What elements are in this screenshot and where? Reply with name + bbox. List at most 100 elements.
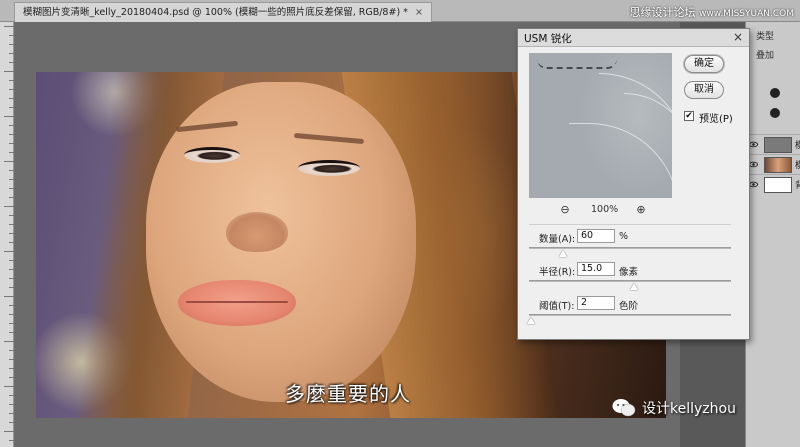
ruler-tick bbox=[9, 422, 14, 423]
site-watermark-name: 思缘设计论坛 bbox=[629, 6, 696, 19]
ruler-tick bbox=[9, 179, 14, 180]
ruler-tick bbox=[9, 413, 14, 414]
photo-eye-right bbox=[298, 160, 360, 176]
photo-lips-line bbox=[186, 301, 288, 303]
wechat-icon bbox=[612, 399, 636, 417]
radius-slider[interactable] bbox=[529, 280, 731, 290]
ruler-tick bbox=[4, 206, 14, 207]
author-watermark: 设计kellyzhou bbox=[642, 401, 736, 417]
ruler-tick bbox=[4, 26, 14, 27]
eye-icon[interactable] bbox=[749, 180, 758, 189]
layer-thumbnail bbox=[764, 157, 792, 173]
ruler-tick bbox=[9, 224, 14, 225]
ruler-tick bbox=[9, 278, 14, 279]
zoom-out-icon[interactable]: ⊖ bbox=[558, 203, 572, 217]
layer-name: 背 bbox=[795, 181, 800, 191]
ruler-tick bbox=[9, 44, 14, 45]
ruler-tick bbox=[9, 170, 14, 171]
lock-icon[interactable] bbox=[770, 88, 780, 98]
layer-row[interactable]: 模 bbox=[746, 134, 800, 154]
ruler-tick bbox=[4, 116, 14, 117]
preview-checkbox[interactable]: ✔ bbox=[684, 111, 694, 121]
ruler-tick bbox=[9, 188, 14, 189]
ruler-tick bbox=[9, 98, 14, 99]
ruler-tick bbox=[9, 332, 14, 333]
ruler-tick bbox=[9, 80, 14, 81]
layer-name: 模 bbox=[795, 161, 800, 171]
threshold-unit: 色阶 bbox=[619, 301, 639, 312]
eye-icon[interactable] bbox=[749, 160, 758, 169]
ruler-tick bbox=[4, 296, 14, 297]
photoshop-window: 模糊图片变清晰_kelly_20180404.psd @ 100% (模糊一些的… bbox=[0, 0, 800, 447]
divider bbox=[529, 224, 731, 225]
threshold-slider[interactable] bbox=[527, 314, 731, 324]
ruler-tick bbox=[9, 134, 14, 135]
threshold-input[interactable]: 2 bbox=[577, 296, 615, 310]
ruler-tick bbox=[9, 314, 14, 315]
radius-label: 半径(R): bbox=[539, 267, 576, 278]
zoom-level: 100% bbox=[591, 204, 619, 215]
amount-label: 数量(A): bbox=[539, 234, 576, 245]
ruler-tick bbox=[4, 251, 14, 252]
radius-input[interactable]: 15.0 bbox=[577, 262, 615, 276]
ruler-tick bbox=[9, 152, 14, 153]
ruler-tick bbox=[9, 377, 14, 378]
ruler-tick bbox=[4, 386, 14, 387]
eye-icon[interactable] bbox=[749, 140, 758, 149]
document-tab-title: 模糊图片变清晰_kelly_20180404.psd @ 100% (模糊一些的… bbox=[23, 7, 408, 18]
zoom-in-icon[interactable]: ⊕ bbox=[634, 203, 648, 217]
ruler-tick bbox=[9, 350, 14, 351]
lock-icon[interactable] bbox=[770, 108, 780, 118]
dialog-title: USM 锐化 bbox=[524, 33, 572, 45]
layer-thumbnail bbox=[764, 177, 792, 193]
ruler-tick bbox=[9, 404, 14, 405]
vertical-ruler bbox=[0, 22, 14, 447]
usm-sharpen-dialog: USM 锐化 × ⊖ 100% ⊕ 确定 取消 ✔ 预览(P) 数量(A): 6… bbox=[517, 28, 750, 340]
ruler-tick bbox=[9, 89, 14, 90]
layer-thumbnail bbox=[764, 137, 792, 153]
cancel-button[interactable]: 取消 bbox=[684, 81, 724, 99]
photo-lips bbox=[178, 280, 296, 326]
ruler-tick bbox=[9, 215, 14, 216]
amount-unit: % bbox=[619, 231, 629, 242]
ruler-tick bbox=[4, 431, 14, 432]
ruler-tick bbox=[9, 395, 14, 396]
ruler-tick bbox=[9, 62, 14, 63]
ruler-tick bbox=[4, 341, 14, 342]
site-watermark-url: www.MISSYUAN.COM bbox=[699, 9, 794, 19]
preview-lashes bbox=[537, 59, 617, 69]
layer-row[interactable]: 背 bbox=[746, 174, 800, 194]
close-icon[interactable]: × bbox=[733, 30, 743, 44]
ruler-tick bbox=[9, 242, 14, 243]
amount-slider-thumb[interactable] bbox=[559, 250, 568, 257]
ruler-tick bbox=[9, 197, 14, 198]
ruler-tick bbox=[9, 368, 14, 369]
ruler-tick bbox=[9, 359, 14, 360]
amount-slider[interactable] bbox=[529, 247, 731, 257]
threshold-slider-thumb[interactable] bbox=[527, 317, 536, 324]
blend-mode-label[interactable]: 叠加 bbox=[756, 48, 774, 61]
ruler-tick bbox=[9, 107, 14, 108]
amount-input[interactable]: 60 bbox=[577, 229, 615, 243]
layer-row[interactable]: 模 bbox=[746, 154, 800, 174]
ruler-tick bbox=[9, 305, 14, 306]
ruler-tick bbox=[9, 125, 14, 126]
photo-nose bbox=[226, 212, 288, 252]
ok-button[interactable]: 确定 bbox=[684, 55, 724, 73]
layers-panel: 类型 叠加 模 模 背 bbox=[745, 22, 800, 447]
ruler-tick bbox=[9, 260, 14, 261]
filter-preview[interactable] bbox=[529, 53, 672, 198]
document-tab[interactable]: 模糊图片变清晰_kelly_20180404.psd @ 100% (模糊一些的… bbox=[14, 2, 432, 22]
dialog-titlebar[interactable]: USM 锐化 × bbox=[518, 29, 749, 47]
threshold-label: 阈值(T): bbox=[539, 301, 575, 312]
site-watermark: 思缘设计论坛 www.MISSYUAN.COM bbox=[630, 4, 794, 20]
preview-checkbox-label: 预览(P) bbox=[699, 114, 733, 125]
ruler-tick bbox=[9, 323, 14, 324]
ruler-tick bbox=[4, 71, 14, 72]
ruler-tick bbox=[9, 233, 14, 234]
close-icon[interactable]: × bbox=[415, 7, 423, 18]
radius-unit: 像素 bbox=[619, 267, 639, 278]
radius-slider-thumb[interactable] bbox=[630, 283, 639, 290]
ruler-tick bbox=[9, 287, 14, 288]
ruler-tick bbox=[4, 161, 14, 162]
